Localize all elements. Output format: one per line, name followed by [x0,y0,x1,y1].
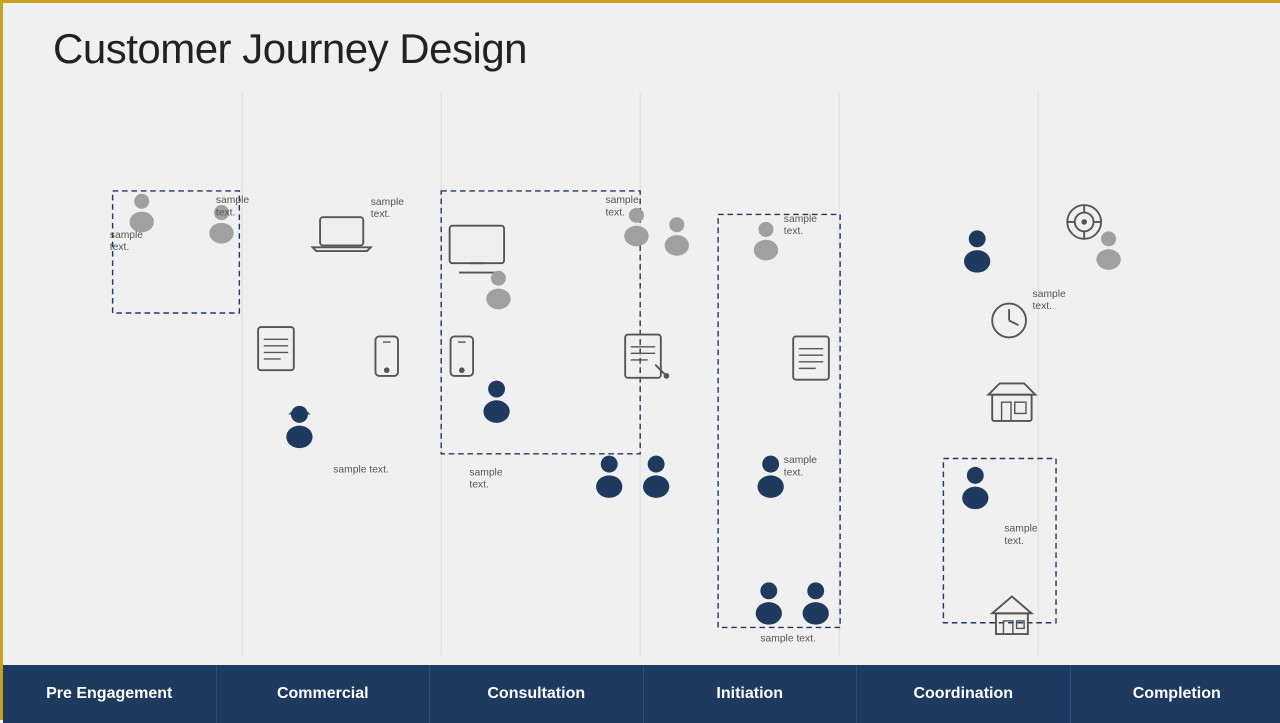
phase-pre-engagement[interactable]: Pre Engagement [3,665,217,723]
bottom-bar: Pre Engagement Commercial Consultation I… [3,665,1280,723]
svg-text:text.: text. [1033,301,1052,312]
main-container: Customer Journey Design [3,3,1280,723]
svg-text:text.: text. [371,209,391,220]
svg-text:text.: text. [216,207,236,218]
page-title: Customer Journey Design [53,25,1233,73]
diagram-svg: sample text. sample text. [3,83,1280,665]
phase-coordination[interactable]: Coordination [857,665,1071,723]
phase-commercial[interactable]: Commercial [217,665,431,723]
svg-text:sample: sample [1004,524,1038,535]
phase-initiation[interactable]: Initiation [644,665,858,723]
svg-text:text.: text. [110,242,129,253]
svg-text:sample: sample [784,214,818,225]
svg-text:sample text.: sample text. [760,634,816,645]
svg-text:text.: text. [784,226,804,237]
svg-text:sample: sample [784,455,818,466]
svg-text:sample: sample [1033,289,1067,300]
svg-text:text.: text. [1004,536,1024,547]
phase-completion[interactable]: Completion [1071,665,1280,723]
svg-text:sample: sample [110,230,144,241]
phase-consultation[interactable]: Consultation [430,665,644,723]
svg-text:sample: sample [371,197,405,208]
svg-text:text.: text. [469,480,489,491]
svg-text:sample text.: sample text. [333,465,389,476]
svg-text:sample: sample [605,195,639,206]
svg-text:sample: sample [216,195,250,206]
svg-text:text.: text. [605,207,625,218]
svg-text:sample: sample [469,467,503,478]
title-area: Customer Journey Design [3,3,1280,83]
svg-text:text.: text. [784,467,804,478]
diagram-area: sample text. sample text. [3,83,1280,665]
